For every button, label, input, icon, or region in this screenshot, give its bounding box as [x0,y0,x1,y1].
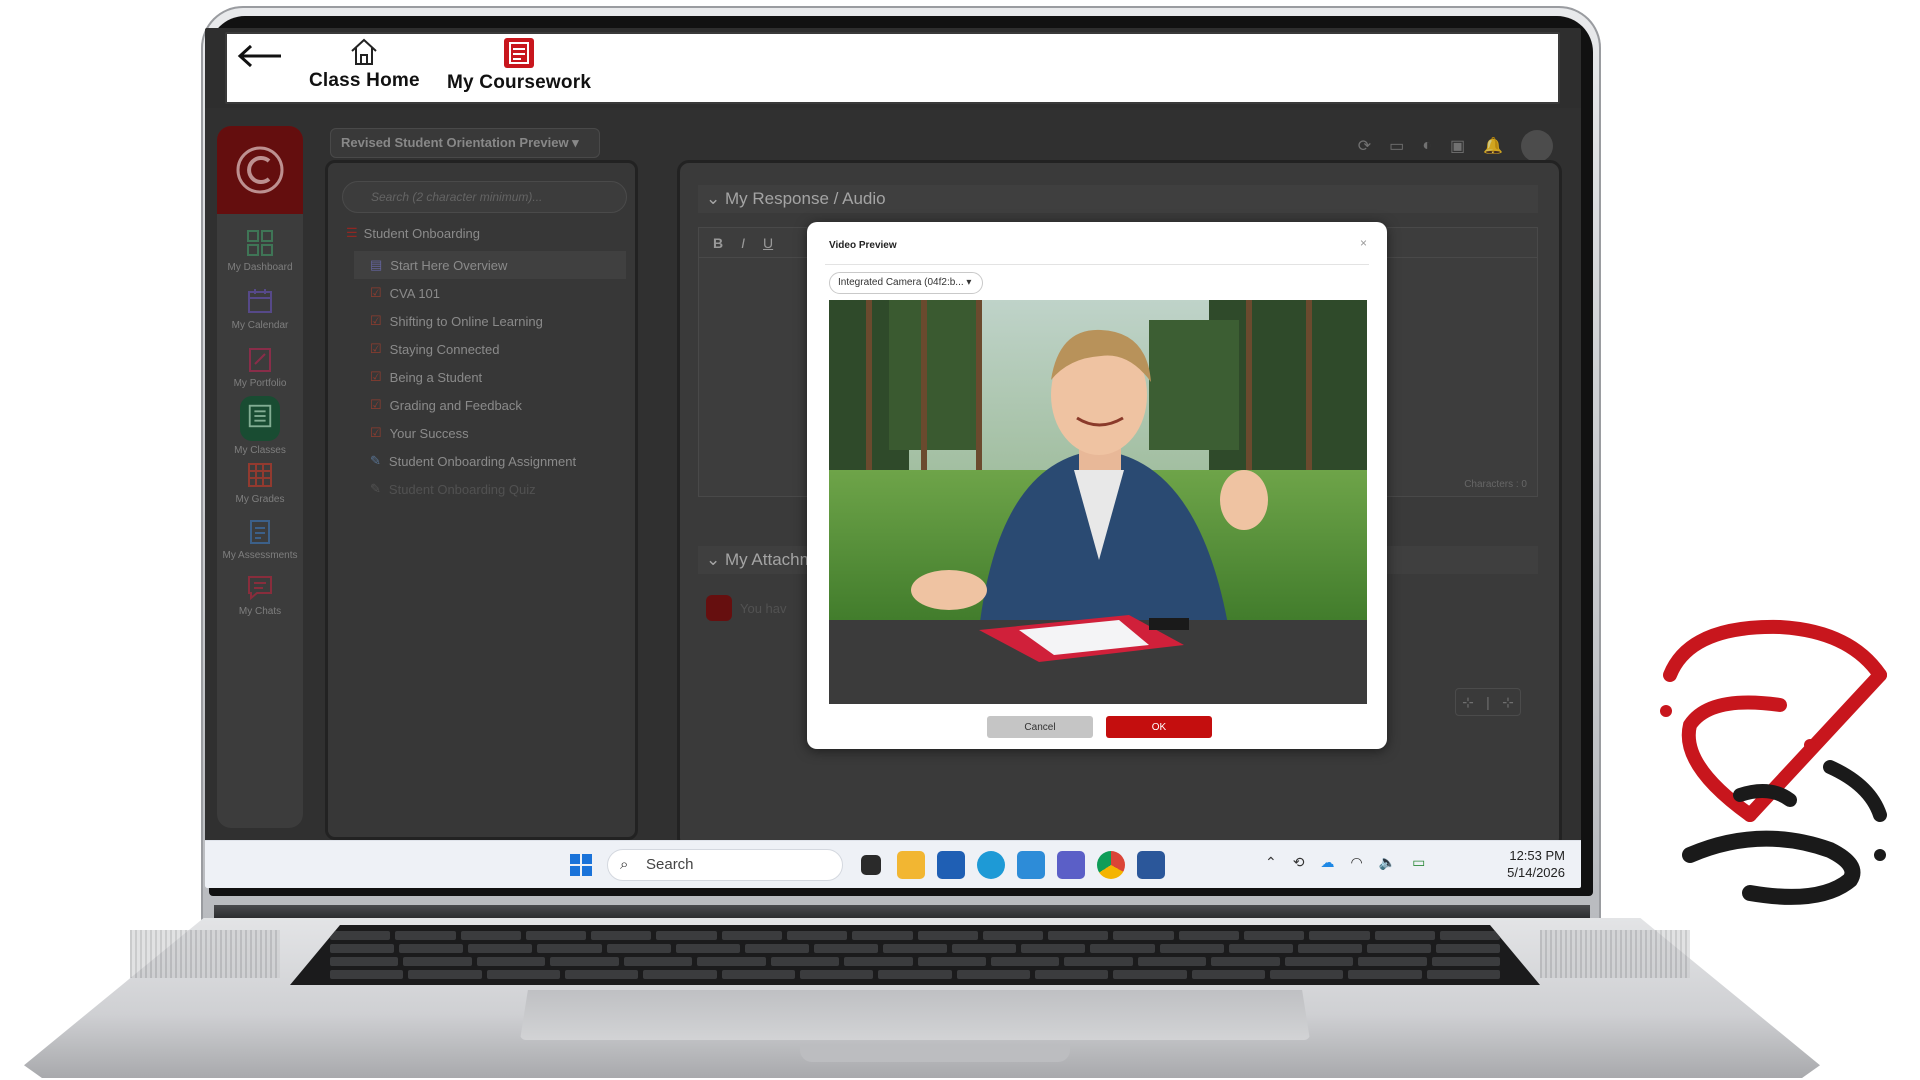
word-icon[interactable] [1137,851,1165,879]
laptop-notch [800,1046,1070,1062]
back-button[interactable] [235,42,295,72]
home-icon [351,38,378,65]
camera-select-value: Integrated Camera (04f2:b... [838,277,964,288]
dialog-title: Video Preview [829,240,897,251]
trackpad [520,990,1310,1040]
search-icon: ⌕ [620,856,629,873]
divider [825,264,1369,265]
speaker-right [1540,930,1690,978]
close-icon[interactable]: × [1360,236,1367,250]
ok-button[interactable]: OK [1106,716,1212,738]
chrome-icon[interactable] [1097,851,1125,879]
brand-logo [1630,615,1900,915]
camera-video-feed [829,300,1367,704]
chevron-up-icon[interactable]: ⌃ [1265,854,1277,871]
nav-my-coursework[interactable]: My Coursework [447,36,591,94]
laptop-screen: My Dashboard My Calendar My Portfolio My… [205,28,1581,888]
laptop-hinge [214,905,1590,919]
teams-icon[interactable] [1057,851,1085,879]
keyboard [290,925,1540,985]
taskbar: ⌕ Search ⌃ ⟲ ☁ ◠ 🔈 ▭ 12:53 PM 5/14/2026 [205,840,1581,888]
chevron-down-icon: ▾ [966,277,972,288]
battery-icon[interactable]: ▭ [1412,854,1425,871]
clock-date: 5/14/2026 [1507,865,1565,880]
system-tray: ⌃ ⟲ ☁ ◠ 🔈 ▭ [1265,854,1425,871]
nav-class-home-label: Class Home [309,70,420,91]
taskbar-clock[interactable]: 12:53 PM 5/14/2026 [1507,847,1565,881]
cancel-button[interactable]: Cancel [987,716,1093,738]
nav-class-home[interactable]: Class Home [309,36,420,92]
video-preview-dialog: Video Preview × Integrated Camera (04f2:… [807,222,1387,749]
wifi-icon[interactable]: ◠ [1350,854,1362,871]
task-view-icon[interactable] [861,855,881,875]
taskbar-search[interactable]: ⌕ Search [607,849,843,881]
store-icon[interactable] [937,851,965,879]
top-nav: Class Home My Coursework [225,32,1560,104]
arrow-left-icon [237,44,281,68]
coursework-icon [504,38,535,68]
notepad-icon[interactable] [1017,851,1045,879]
sync-icon[interactable]: ⟲ [1293,854,1305,871]
edge-icon[interactable] [977,851,1005,879]
camera-select[interactable]: Integrated Camera (04f2:b... ▾ [829,272,983,294]
clock-time: 12:53 PM [1509,848,1565,863]
windows-start-icon[interactable] [569,853,593,877]
file-explorer-icon[interactable] [897,851,925,879]
speaker-left [130,930,280,978]
onedrive-icon[interactable]: ☁ [1320,854,1334,871]
taskbar-search-label: Search [646,856,694,873]
volume-icon[interactable]: 🔈 [1379,854,1396,871]
nav-my-coursework-label: My Coursework [447,72,592,93]
